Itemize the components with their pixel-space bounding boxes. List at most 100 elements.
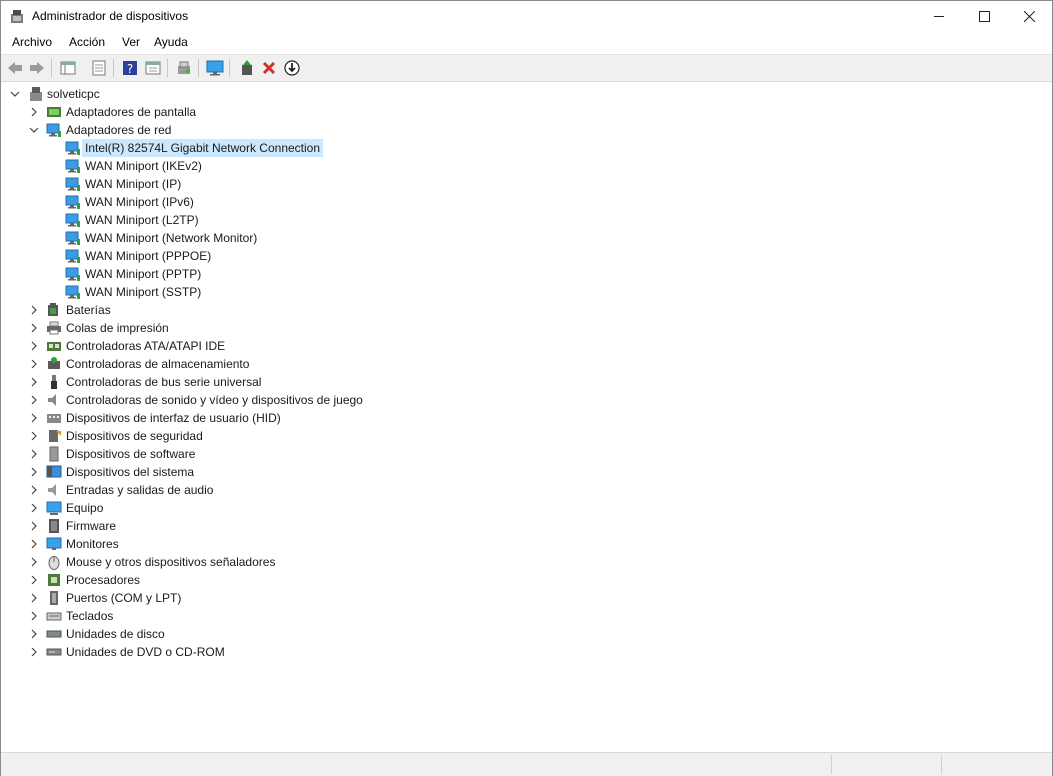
processor-icon [48,574,60,586]
toolbar-separator [51,59,52,77]
chevron-right-icon[interactable] [29,503,39,513]
help-icon: ? [123,61,137,76]
tree-category-label: Monitores [66,537,119,551]
tree-category-label: Equipo [66,501,104,515]
ide-controller-icon [47,342,61,351]
tree-category-label: Adaptadores de red [66,123,172,137]
chevron-right-icon[interactable] [29,629,39,639]
back-icon [8,62,22,74]
tree-category-label: Puertos (COM y LPT) [66,591,182,605]
port-icon [50,591,58,605]
tree-device-label: Intel(R) 82574L Gigabit Network Connecti… [82,139,324,157]
dvd-drive-icon [46,648,62,656]
tree-device-label: WAN Miniport (PPTP) [85,267,202,281]
chevron-right-icon[interactable] [29,539,39,549]
printer-icon [47,321,61,335]
chevron-right-icon[interactable] [29,485,39,495]
tree-category-label: Baterías [66,303,111,317]
keyboard-icon [46,612,62,621]
network-adapter-icon [65,213,80,227]
download-button[interactable] [283,59,301,77]
chevron-right-icon[interactable] [29,611,39,621]
chevron-down-icon[interactable] [10,89,20,99]
battery-icon [48,303,58,316]
scan-hardware-icon [178,61,190,74]
chevron-right-icon[interactable] [29,395,39,405]
chevron-right-icon[interactable] [29,107,39,117]
firmware-icon [49,519,59,533]
chevron-right-icon[interactable] [29,431,39,441]
network-adapter-icon [65,159,80,173]
tree-category-label: Controladoras de bus serie universal [66,375,262,389]
network-adapter-icon [65,231,80,245]
scan-hardware-button[interactable] [175,59,193,77]
minimize-button[interactable] [916,1,962,32]
list-icon [145,61,161,75]
tree-device-label: WAN Miniport (IPv6) [85,195,194,209]
chevron-right-icon[interactable] [29,323,39,333]
audio-io-icon [48,484,56,496]
network-adapter-icon [65,267,80,281]
uninstall-icon [262,61,276,75]
network-adapter-icon [65,195,80,209]
menu-ver[interactable]: Ver [122,35,140,49]
chevron-right-icon[interactable] [29,467,39,477]
tree-device-label: WAN Miniport (PPPOE) [85,249,212,263]
chevron-right-icon[interactable] [29,575,39,585]
minimize-icon [933,16,944,17]
disk-drive-icon [46,630,62,638]
toolbar-separator [167,59,168,77]
monitor-icon [46,537,62,550]
close-icon [1023,11,1035,22]
menu-archivo[interactable]: Archivo [12,35,52,49]
window-title: Administrador de dispositivos [32,9,189,23]
help-button[interactable]: ? [121,59,139,77]
properties-button[interactable] [90,59,108,77]
download-icon [284,60,300,76]
chevron-right-icon[interactable] [29,449,39,459]
device-manager-window: Administrador de dispositivos Archivo Ac… [0,0,1053,776]
menu-ayuda[interactable]: Ayuda [154,35,188,49]
tree-device-label: WAN Miniport (SSTP) [85,285,202,299]
tree-root-label: solveticpc [47,87,100,101]
tree-device-label: WAN Miniport (Network Monitor) [85,231,258,245]
back-button[interactable] [6,59,24,77]
chevron-right-icon[interactable] [29,359,39,369]
chevron-right-icon[interactable] [29,647,39,657]
chevron-right-icon[interactable] [29,413,39,423]
status-bar [1,752,1052,776]
chevron-right-icon[interactable] [29,593,39,603]
tree-category-label: Unidades de disco [66,627,165,641]
update-driver-button[interactable] [238,59,256,77]
chevron-right-icon[interactable] [29,377,39,387]
monitor-button[interactable] [206,59,224,77]
chevron-down-icon[interactable] [29,125,39,135]
chevron-right-icon[interactable] [29,557,39,567]
tree-category-label: Firmware [66,519,116,533]
tree-category-label: Adaptadores de pantalla [66,105,197,119]
uninstall-button[interactable] [260,59,278,77]
menu-bar: Archivo Acción Ver Ayuda [1,32,1052,54]
maximize-button[interactable] [961,1,1007,32]
device-tree[interactable]: solveticpc Adaptadores de pantalla Adapta… [1,82,1052,752]
monitor-icon [206,60,224,76]
maximize-icon [978,11,990,22]
menu-accion[interactable]: Acción [69,35,105,49]
hid-icon [47,414,61,423]
close-button[interactable] [1006,1,1052,32]
show-hide-console-button[interactable] [59,59,77,77]
tree-category-label: Dispositivos del sistema [66,465,195,479]
chevron-right-icon[interactable] [29,341,39,351]
properties-window-icon [60,61,76,75]
tree-device-label: WAN Miniport (L2TP) [85,213,199,227]
properties-icon [92,60,106,76]
network-adapter-icon [65,285,80,299]
tree-category-label: Dispositivos de seguridad [66,429,203,443]
tree-category-label: Dispositivos de interfaz de usuario (HID… [66,411,281,425]
action-list-button[interactable] [144,59,162,77]
tree-category-label: Controladoras de almacenamiento [66,357,250,371]
chevron-right-icon[interactable] [29,521,39,531]
chevron-right-icon[interactable] [29,305,39,315]
forward-button[interactable] [28,59,46,77]
storage-controller-icon [48,357,60,369]
